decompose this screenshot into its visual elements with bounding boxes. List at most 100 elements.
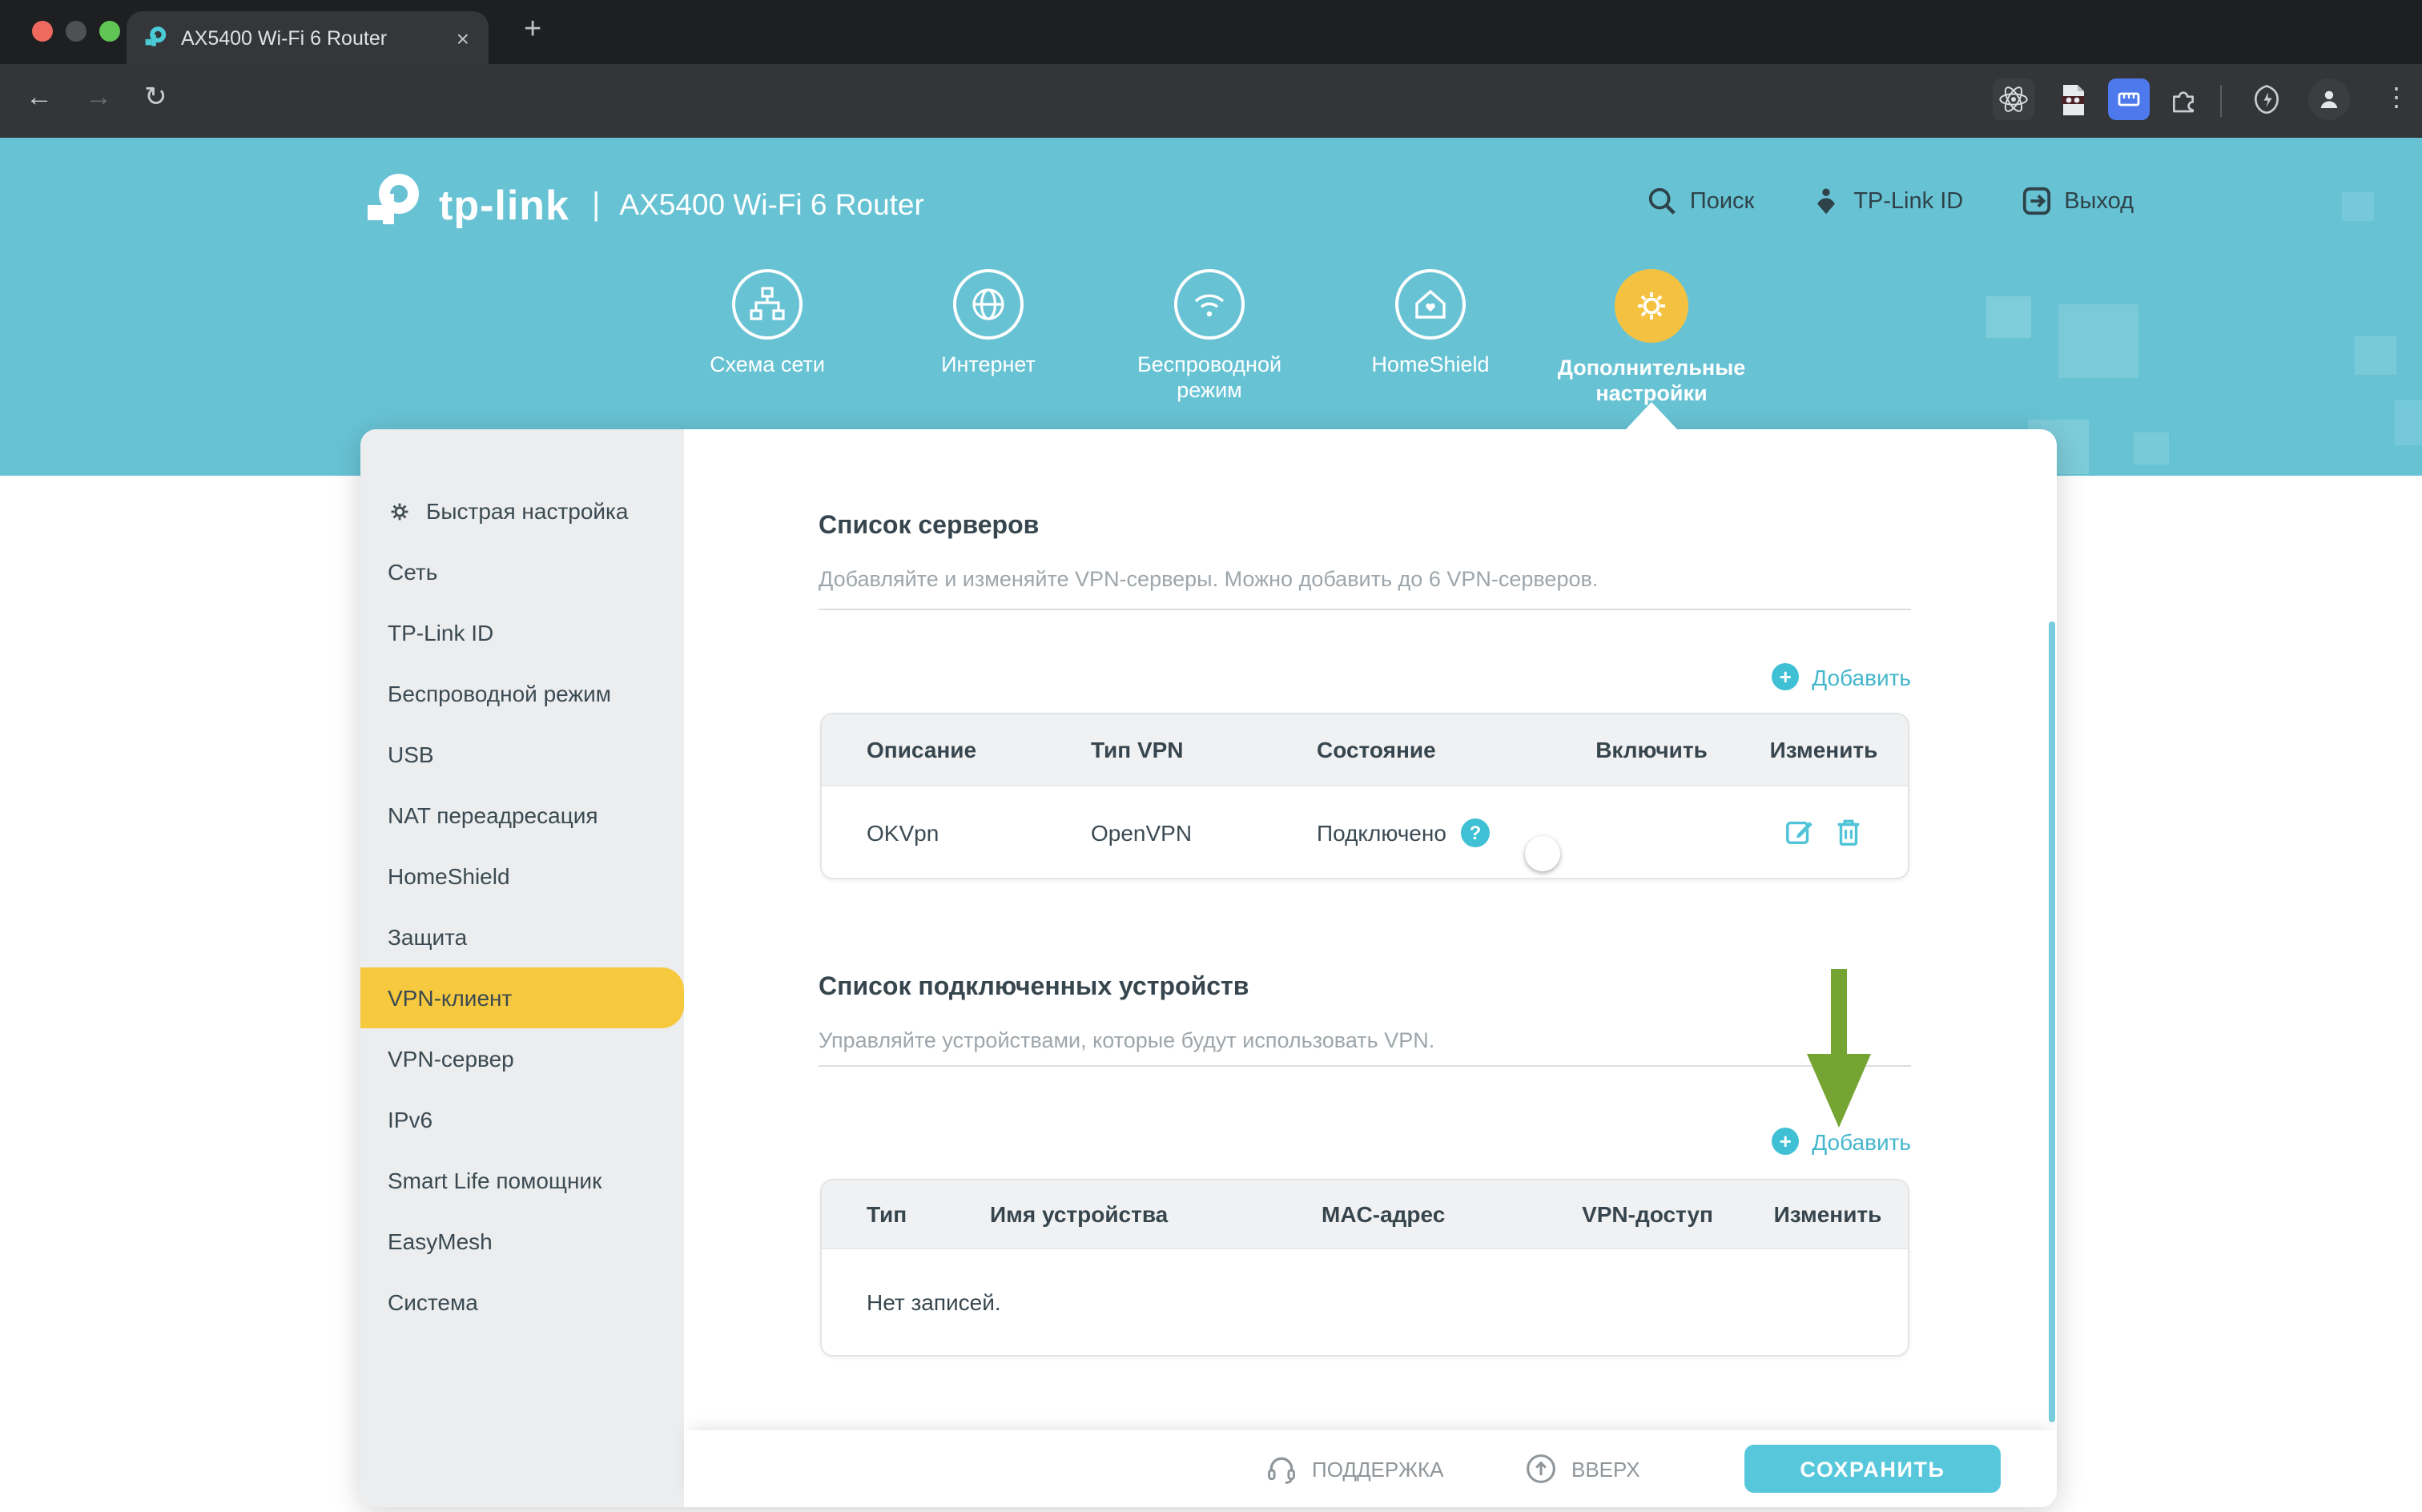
router-header: tp-link | AX5400 Wi-Fi 6 Router Поиск TP… <box>0 138 2422 476</box>
reload-button[interactable]: ↻ <box>144 82 167 114</box>
active-nav-pointer <box>1626 402 1677 429</box>
globe-icon <box>953 269 1024 340</box>
sitemap-icon <box>732 269 803 340</box>
divider <box>819 1065 1911 1067</box>
sidebar-item-tplink-id[interactable]: TP-Link ID <box>360 602 684 663</box>
sidebar-label: Быстрая настройка <box>426 498 629 524</box>
search-label: Поиск <box>1690 188 1754 214</box>
col-vpn-access: VPN-доступ <box>1547 1201 1748 1227</box>
tab-close-icon[interactable]: × <box>453 25 473 50</box>
tplink-logo <box>360 173 424 237</box>
header-actions: Поиск TP-Link ID Выход <box>1647 186 2134 216</box>
sidebar-label: NAT переадресация <box>388 802 598 828</box>
nav-item-network-map[interactable]: Схема сети <box>657 269 878 408</box>
toolbar-separator <box>2220 85 2222 117</box>
support-button[interactable]: ПОДДЕРЖКА <box>1265 1430 1443 1507</box>
window-close-button[interactable] <box>32 21 53 42</box>
sidebar-item-ipv6[interactable]: IPv6 <box>360 1089 684 1150</box>
sidebar-label: IPv6 <box>388 1107 432 1132</box>
device-table-header: Тип Имя устройства MAC-адрес VPN-доступ … <box>822 1180 1908 1248</box>
tab-title: AX5400 Wi-Fi 6 Router <box>181 26 453 49</box>
server-vpn-type: OpenVPN <box>1043 819 1275 845</box>
browser-menu-icon[interactable]: ⋮ <box>2384 82 2409 114</box>
person-icon <box>1812 186 1841 216</box>
new-tab-button[interactable]: + <box>524 13 541 48</box>
sidebar-label: Сеть <box>388 559 437 585</box>
save-button[interactable]: СОХРАНИТЬ <box>1744 1445 2001 1493</box>
sidebar-label: EasyMesh <box>388 1228 493 1254</box>
edit-icon[interactable] <box>1784 817 1815 847</box>
col-vpn-type: Тип VPN <box>1043 737 1275 762</box>
settings-panel: Быстрая настройка Сеть TP-Link ID Беспро… <box>360 429 2057 1507</box>
extensions-puzzle-icon[interactable] <box>2162 78 2204 120</box>
search-icon <box>1647 186 1677 216</box>
tplink-favicon <box>143 25 168 50</box>
tplink-id-label: TP-Link ID <box>1853 188 1963 214</box>
logout-label: Выход <box>2064 188 2134 214</box>
sidebar-item-security[interactable]: Защита <box>360 907 684 967</box>
col-device-name: Имя устройства <box>939 1201 1267 1227</box>
nav-label: Схема сети <box>710 352 825 378</box>
sidebar-item-usb[interactable]: USB <box>360 724 684 785</box>
window-minimize-button[interactable] <box>66 21 86 42</box>
sidebar-item-nat[interactable]: NAT переадресация <box>360 785 684 846</box>
server-table: Описание Тип VPN Состояние Включить Изме… <box>820 713 1909 879</box>
search-action[interactable]: Поиск <box>1647 186 1754 216</box>
sidebar-label: VPN-клиент <box>388 985 512 1011</box>
col-edit: Изменить <box>1740 737 1908 762</box>
sidebar-item-system[interactable]: Система <box>360 1272 684 1333</box>
ruler-extension-icon[interactable] <box>2108 78 2150 120</box>
mask-document-extension-icon[interactable] <box>2052 78 2094 120</box>
sidebar-item-easymesh[interactable]: EasyMesh <box>360 1211 684 1272</box>
react-devtools-extension-icon[interactable] <box>1993 78 2034 120</box>
nav-item-wireless[interactable]: Беспроводной режим <box>1099 269 1320 408</box>
browser-tab[interactable]: AX5400 Wi-Fi 6 Router × <box>127 11 489 64</box>
brand-name: tp-link <box>439 180 569 230</box>
back-button[interactable]: ← <box>26 82 53 114</box>
delete-icon[interactable] <box>1834 817 1863 847</box>
status-help-icon[interactable]: ? <box>1461 818 1490 846</box>
sidebar-item-vpn-server[interactable]: VPN-сервер <box>360 1028 684 1089</box>
col-mac: MAC-адрес <box>1267 1201 1547 1227</box>
nav-item-internet[interactable]: Интернет <box>878 269 1099 408</box>
sidebar-label: Система <box>388 1289 478 1315</box>
empty-text: Нет записей. <box>822 1289 1001 1315</box>
logout-icon <box>2021 186 2051 216</box>
nav-label: Дополнительные настройки <box>1546 356 1757 408</box>
panel-scrollbar[interactable] <box>2049 621 2055 1422</box>
brand-separator: | <box>592 187 600 223</box>
window-zoom-button[interactable] <box>99 21 120 42</box>
tplink-id-action[interactable]: TP-Link ID <box>1812 186 1963 216</box>
nav-item-homeshield[interactable]: HomeShield <box>1320 269 1541 408</box>
nav-label: HomeShield <box>1371 352 1489 378</box>
decor-square <box>1986 296 2031 338</box>
gear-icon <box>1615 269 1688 343</box>
energy-saver-icon[interactable] <box>2246 78 2287 120</box>
sidebar-label: Smart Life помощник <box>388 1168 601 1193</box>
headset-icon <box>1265 1453 1298 1485</box>
arrow-up-circle-icon <box>1525 1453 1557 1485</box>
sidebar-item-vpn-client[interactable]: VPN-клиент <box>360 967 684 1028</box>
sidebar-label: USB <box>388 742 434 767</box>
nav-item-advanced[interactable]: Дополнительные настройки <box>1541 269 1762 408</box>
add-server-link[interactable]: + Добавить <box>1772 663 1911 690</box>
settings-sidebar: Быстрая настройка Сеть TP-Link ID Беспро… <box>360 429 684 1507</box>
sidebar-item-homeshield[interactable]: HomeShield <box>360 846 684 907</box>
sidebar-label: TP-Link ID <box>388 620 493 645</box>
server-list-subtitle: Добавляйте и изменяйте VPN-серверы. Можн… <box>819 567 1598 591</box>
forward-button[interactable]: → <box>85 82 112 114</box>
device-table-empty-row: Нет записей. <box>822 1248 1908 1355</box>
sidebar-item-smart-life[interactable]: Smart Life помощник <box>360 1150 684 1211</box>
profile-avatar[interactable] <box>2308 78 2350 120</box>
col-edit: Изменить <box>1748 1201 1908 1227</box>
decor-square <box>2395 400 2422 445</box>
sidebar-item-quick-setup[interactable]: Быстрая настройка <box>360 481 684 541</box>
sidebar-item-network[interactable]: Сеть <box>360 541 684 602</box>
sidebar-label: Беспроводной режим <box>388 681 611 706</box>
scroll-to-top-button[interactable]: ВВЕРХ <box>1525 1430 1640 1507</box>
sidebar-item-wireless[interactable]: Беспроводной режим <box>360 663 684 724</box>
support-label: ПОДДЕРЖКА <box>1312 1457 1443 1481</box>
annotation-arrow-down <box>1807 961 1871 1134</box>
up-label: ВВЕРХ <box>1571 1457 1640 1481</box>
logout-action[interactable]: Выход <box>2021 186 2134 216</box>
